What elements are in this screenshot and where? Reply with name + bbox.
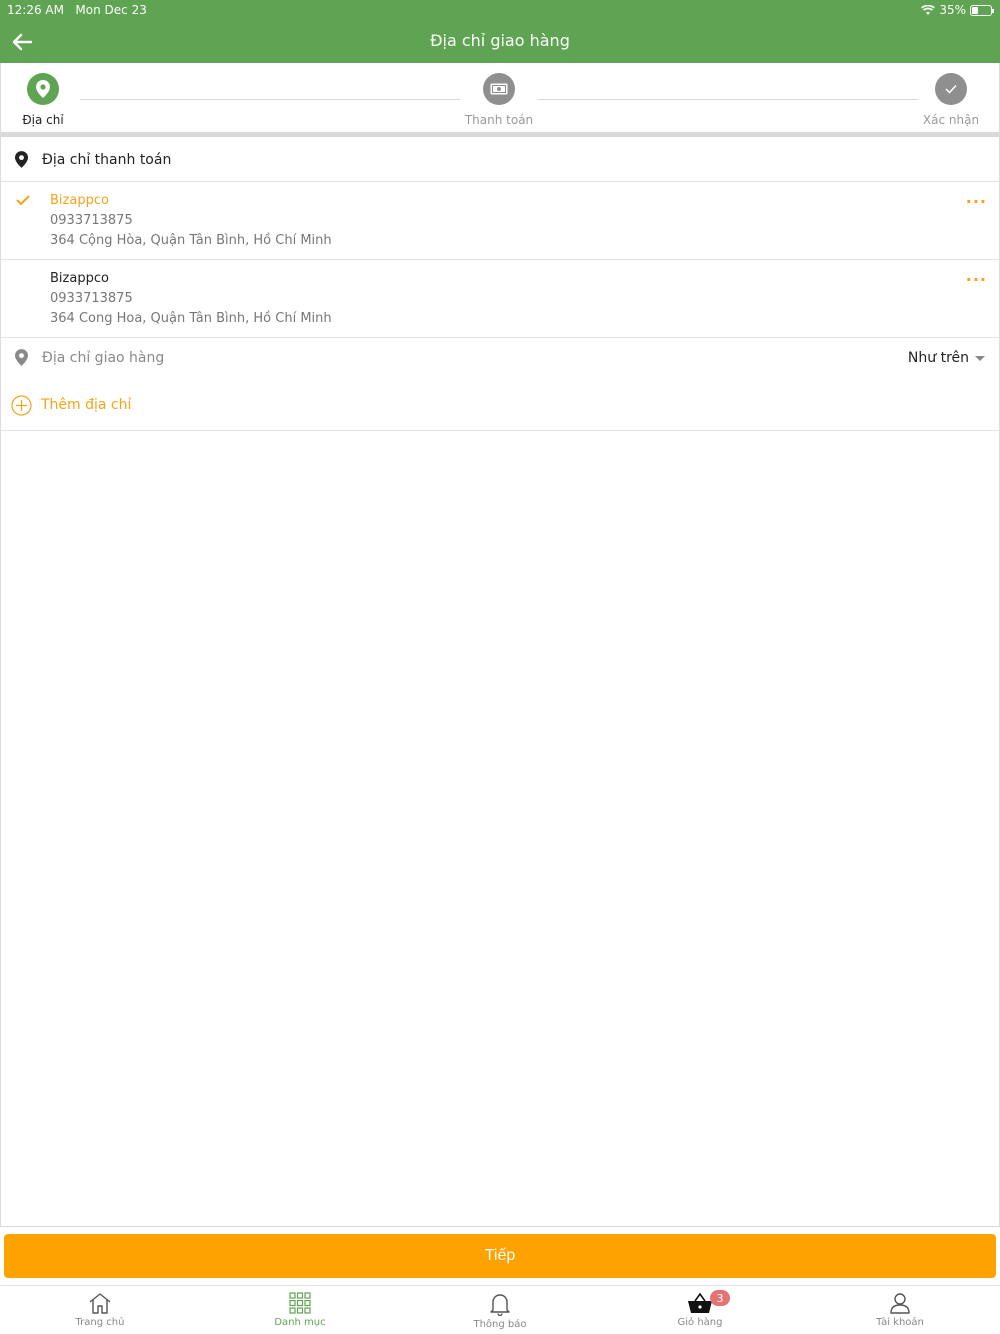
battery-icon	[970, 4, 994, 16]
status-indicators: 35%	[921, 3, 994, 17]
check-icon	[945, 84, 957, 94]
step-connector	[538, 99, 918, 100]
address-line: 364 Cộng Hòa, Quận Tân Bình, Hồ Chí Minh	[50, 233, 332, 248]
tab-label: Giỏ hàng	[677, 1317, 723, 1328]
caret-down-icon	[975, 355, 985, 361]
step-payment-label: Thanh toán	[464, 113, 534, 127]
step-address-label: Địa chỉ	[22, 113, 64, 127]
location-pin-icon	[15, 151, 28, 168]
step-confirm-circle	[935, 73, 967, 105]
shipping-address-label: Địa chỉ giao hàng	[42, 350, 165, 366]
wifi-icon	[921, 4, 936, 15]
user-icon	[890, 1293, 910, 1314]
status-time: 12:26 AM Mon Dec 23	[7, 3, 147, 17]
location-pin-icon	[15, 349, 28, 366]
shipping-address-select[interactable]: Như trên	[908, 350, 985, 366]
shipping-select-value: Như trên	[907, 350, 969, 366]
address-name: Bizappco	[50, 271, 109, 286]
add-address-button[interactable]: Thêm địa chỉ	[1, 384, 999, 431]
add-address-label: Thêm địa chỉ	[41, 397, 132, 413]
tab-home[interactable]: Trang chủ	[0, 1286, 200, 1334]
bell-icon	[490, 1294, 510, 1316]
step-payment[interactable]: Thanh toán	[439, 73, 559, 127]
tab-label: Danh mục	[274, 1317, 326, 1328]
tab-cart[interactable]: 3 Giỏ hàng	[600, 1286, 800, 1334]
shipping-address-row: Địa chỉ giao hàng Như trên	[1, 338, 999, 378]
step-connector	[80, 99, 460, 100]
step-address[interactable]: Địa chỉ	[0, 73, 103, 127]
step-confirm-label: Xác nhận	[922, 113, 980, 127]
check-icon	[16, 195, 30, 206]
more-options-button[interactable]: ···	[966, 270, 987, 289]
step-address-circle	[27, 73, 59, 105]
cart-badge: 3	[710, 1290, 730, 1306]
tab-label: Thông báo	[473, 1319, 527, 1330]
cash-icon	[490, 83, 508, 95]
location-pin-icon	[36, 80, 50, 98]
address-item[interactable]: Bizappco 0933713875 364 Cong Hoa, Quận T…	[1, 260, 999, 338]
basket-icon	[688, 1292, 712, 1313]
address-name: Bizappco	[50, 193, 109, 208]
tab-label: Tài khoản	[876, 1317, 924, 1328]
tab-bar: Trang chủ Danh mục Thông báo 3 Giỏ hàng	[0, 1285, 1000, 1334]
tab-categories[interactable]: Danh mục	[200, 1286, 400, 1334]
address-line: 364 Cong Hoa, Quận Tân Bình, Hồ Chí Minh	[50, 311, 332, 326]
next-button[interactable]: Tiếp	[4, 1234, 996, 1278]
address-phone: 0933713875	[50, 213, 133, 228]
address-phone: 0933713875	[50, 291, 133, 306]
battery-percent: 35%	[939, 3, 966, 17]
billing-address-label: Địa chỉ thanh toán	[42, 152, 172, 168]
page-title: Địa chỉ giao hàng	[430, 31, 570, 50]
plus-circle-icon	[11, 395, 32, 416]
billing-address-header: Địa chỉ thanh toán	[1, 141, 999, 182]
tab-notifications[interactable]: Thông báo	[400, 1286, 600, 1334]
tab-label: Trang chủ	[75, 1317, 125, 1328]
address-item[interactable]: Bizappco 0933713875 364 Cộng Hòa, Quận T…	[1, 182, 999, 260]
checkout-steps: Địa chỉ Thanh toán Xác nhận	[1, 63, 999, 137]
top-bar: 12:26 AM Mon Dec 23 35% Địa chỉ giao hàn…	[0, 0, 1000, 63]
home-icon	[89, 1293, 111, 1314]
status-date-text: Mon Dec 23	[75, 3, 147, 17]
step-confirm[interactable]: Xác nhận	[891, 73, 1000, 127]
tab-account[interactable]: Tài khoản	[800, 1286, 1000, 1334]
more-options-button[interactable]: ···	[966, 192, 987, 211]
status-time-text: 12:26 AM	[7, 3, 64, 17]
grid-icon	[289, 1292, 311, 1314]
step-payment-circle	[483, 73, 515, 105]
